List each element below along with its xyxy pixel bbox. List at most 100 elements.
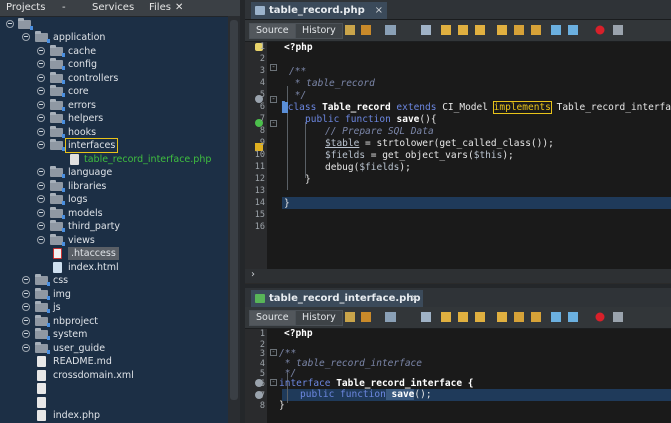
parent-class: CI_Model <box>436 102 494 113</box>
expand-icon[interactable] <box>22 290 30 298</box>
fold-icon[interactable]: - <box>270 120 277 127</box>
expand-icon[interactable] <box>37 114 45 122</box>
expand-icon[interactable] <box>37 168 45 176</box>
tree-item-language[interactable]: language <box>0 166 220 179</box>
tree-item-table-record-interface[interactable]: table_record_interface.php <box>0 153 220 166</box>
tree-item-third-party[interactable]: third_party <box>0 220 220 233</box>
tree-item-system[interactable]: system <box>0 328 220 341</box>
history-button[interactable]: History <box>295 23 343 39</box>
source-button[interactable]: Source <box>249 23 296 39</box>
minimize-button[interactable]: - <box>62 2 66 13</box>
source-button[interactable]: Source <box>249 310 296 326</box>
fold-icon[interactable]: - <box>270 349 277 356</box>
file-icon <box>37 370 46 381</box>
expand-icon[interactable] <box>37 209 45 217</box>
php-file-icon <box>255 6 265 15</box>
tab-table-record-interface-php[interactable]: table_record_interface.php × <box>251 290 423 307</box>
php-file-icon <box>37 410 46 421</box>
line-number: 15 <box>254 210 265 220</box>
tree-item-logs[interactable]: logs <box>0 193 220 206</box>
html-file-icon <box>53 262 62 273</box>
tree-item-cache[interactable]: cache <box>0 45 220 58</box>
collapse-icon[interactable] <box>6 20 14 28</box>
file-icon <box>37 356 46 367</box>
tree-item-models[interactable]: models <box>0 207 220 220</box>
code-editor-top[interactable]: - - - 1 2 3 4 5 6 7 8 9 10 11 12 13 14 1… <box>245 42 671 269</box>
fold-icon[interactable]: - <box>270 96 277 103</box>
folder-icon <box>50 126 65 138</box>
tree-item-views[interactable]: views <box>0 234 220 247</box>
expand-icon[interactable] <box>37 182 45 190</box>
tree-item-libraries[interactable]: libraries <box>0 180 220 193</box>
php-file-icon <box>255 294 265 303</box>
folder-icon <box>50 193 65 205</box>
tree-item-interfaces[interactable]: interfaces <box>0 138 220 153</box>
project-root-icon <box>18 18 33 30</box>
expand-icon[interactable] <box>22 317 30 325</box>
tree-item-crossdomain[interactable]: crossdomain.xml <box>0 369 220 382</box>
expand-icon[interactable] <box>37 47 45 55</box>
expand-icon[interactable] <box>37 60 45 68</box>
history-button[interactable]: History <box>295 310 343 326</box>
expand-icon[interactable] <box>37 87 45 95</box>
expand-icon[interactable] <box>37 101 45 109</box>
tree-item-file[interactable] <box>0 396 220 409</box>
tree-item-core[interactable]: core <box>0 85 220 98</box>
tree-item-img[interactable]: img <box>0 288 220 301</box>
code-token: ); <box>399 162 411 173</box>
folder-icon <box>35 301 50 313</box>
line-number: 7 <box>259 114 265 124</box>
expand-icon[interactable] <box>22 276 30 284</box>
fold-icon[interactable]: - <box>270 379 277 386</box>
tab-projects[interactable]: Projects <box>6 2 45 13</box>
tree-item-label: libraries <box>68 181 107 192</box>
tree-item-css[interactable]: css <box>0 274 220 287</box>
folder-icon <box>50 220 65 232</box>
code-token: debug( <box>325 162 360 173</box>
collapse-icon[interactable] <box>22 33 30 41</box>
tree-item-helpers[interactable]: helpers <box>0 112 220 125</box>
indent-guide <box>305 122 306 178</box>
tree-item-application[interactable]: application <box>0 31 220 44</box>
expand-icon[interactable] <box>22 330 30 338</box>
expand-icon[interactable] <box>37 236 45 244</box>
tree-item-htaccess[interactable]: .htaccess <box>0 247 220 260</box>
expand-icon[interactable] <box>37 222 45 230</box>
tree-item-user-guide[interactable]: user_guide <box>0 342 220 355</box>
chevron-right-icon[interactable]: › <box>251 269 255 280</box>
tree-item-index-html[interactable]: index.html <box>0 261 220 274</box>
tab-label: table_record_interface.php <box>269 293 421 304</box>
keyword: extends <box>396 102 437 113</box>
tree-item-label: errors <box>68 100 96 111</box>
code-editor-bottom[interactable]: - - 1 2 3 4 5 6 7 8 <?php /** * table_re… <box>245 329 671 423</box>
keyword: public function <box>305 114 391 125</box>
tab-table-record-php[interactable]: table_record.php × <box>251 2 387 19</box>
folder-icon <box>35 274 50 286</box>
code-line: <?php <box>284 42 313 53</box>
close-tab-button[interactable]: ✕ <box>175 2 183 13</box>
tree-scrollbar-thumb[interactable] <box>230 20 238 400</box>
tree-item-config[interactable]: config <box>0 58 220 71</box>
tree-item-errors[interactable]: errors <box>0 99 220 112</box>
collapse-icon[interactable] <box>37 141 45 149</box>
editor-toolbar-top: Source History <box>245 20 671 42</box>
fold-icon[interactable]: - <box>270 64 277 71</box>
close-icon[interactable]: × <box>375 2 383 19</box>
tree-item-readme[interactable]: README.md <box>0 355 220 368</box>
tree-item-nbproject[interactable]: nbproject <box>0 315 220 328</box>
expand-icon[interactable] <box>37 195 45 203</box>
expand-icon[interactable] <box>22 303 30 311</box>
tree-item-js[interactable]: js <box>0 301 220 314</box>
close-icon[interactable]: × <box>411 290 419 307</box>
tree-item-controllers[interactable]: controllers <box>0 72 220 85</box>
folder-icon <box>50 180 65 192</box>
tree-item-index-php[interactable]: index.php <box>0 409 220 422</box>
tree-item-file[interactable] <box>0 382 220 395</box>
tab-services[interactable]: Services <box>92 2 134 13</box>
expand-icon[interactable] <box>37 74 45 82</box>
expand-icon[interactable] <box>22 344 30 352</box>
tree-item-hooks[interactable]: hooks <box>0 126 220 139</box>
expand-icon[interactable] <box>37 128 45 136</box>
tree-root[interactable] <box>0 18 200 31</box>
tab-files[interactable]: Files <box>149 2 171 13</box>
